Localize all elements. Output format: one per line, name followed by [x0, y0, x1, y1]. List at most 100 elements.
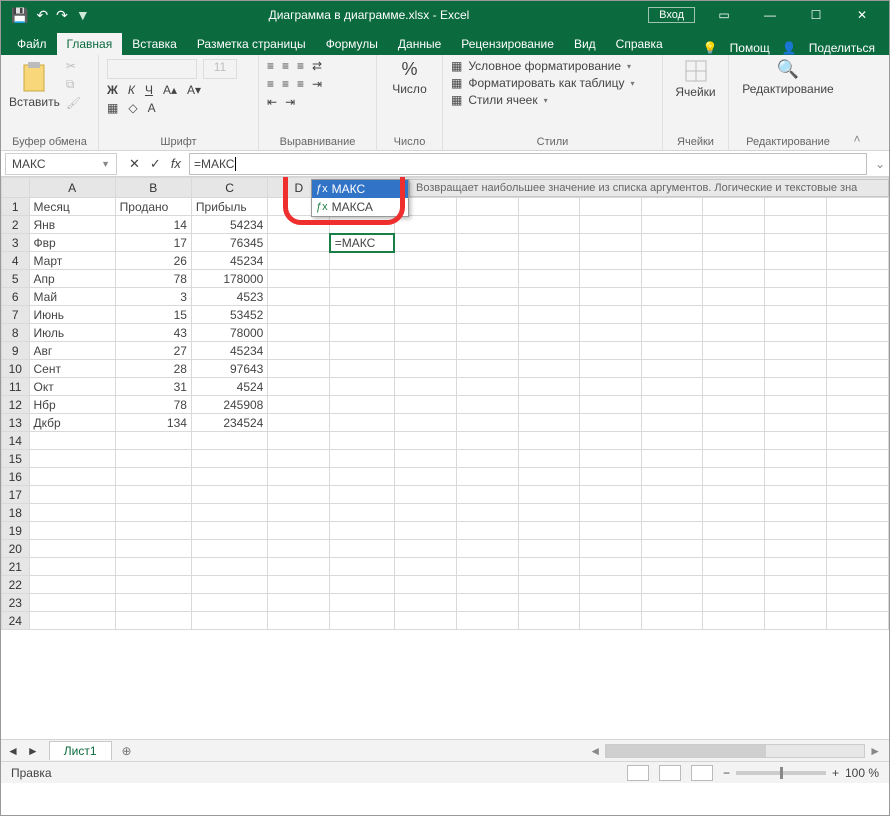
cell[interactable]	[765, 234, 827, 252]
bold-icon[interactable]: Ж	[107, 83, 118, 97]
cell[interactable]	[765, 450, 827, 468]
cell[interactable]	[826, 360, 888, 378]
view-page-break-icon[interactable]	[691, 765, 713, 781]
table-row[interactable]: 1МесяцПроданоПрибыль	[2, 198, 889, 216]
cell[interactable]	[191, 540, 267, 558]
cell[interactable]	[765, 540, 827, 558]
cell[interactable]	[191, 558, 267, 576]
cell[interactable]	[826, 540, 888, 558]
cell[interactable]	[703, 342, 765, 360]
cell[interactable]	[268, 270, 330, 288]
cell[interactable]	[641, 396, 703, 414]
cell[interactable]	[268, 252, 330, 270]
cell[interactable]	[641, 216, 703, 234]
cell[interactable]	[29, 594, 115, 612]
cell[interactable]: Янв	[29, 216, 115, 234]
cell[interactable]	[456, 360, 518, 378]
cell[interactable]	[703, 288, 765, 306]
cut-icon[interactable]: ✂	[66, 59, 81, 73]
cell[interactable]	[518, 486, 580, 504]
cell[interactable]	[580, 288, 641, 306]
cell[interactable]	[268, 522, 330, 540]
formula-input[interactable]: =МАКС	[189, 153, 867, 175]
cell[interactable]	[826, 504, 888, 522]
cell[interactable]	[518, 396, 580, 414]
cell[interactable]	[394, 576, 456, 594]
cell[interactable]	[330, 432, 395, 450]
row-header[interactable]: 16	[2, 468, 30, 486]
cell[interactable]	[456, 216, 518, 234]
cell[interactable]	[641, 504, 703, 522]
cell[interactable]	[703, 504, 765, 522]
cell[interactable]: 45234	[191, 252, 267, 270]
cell[interactable]	[330, 306, 395, 324]
row-header[interactable]: 7	[2, 306, 30, 324]
tab-view[interactable]: Вид	[564, 33, 606, 55]
cell[interactable]	[826, 342, 888, 360]
cell[interactable]: =МАКС	[330, 234, 395, 252]
cell[interactable]	[580, 576, 641, 594]
borders-icon[interactable]: ▦	[107, 101, 118, 115]
table-row[interactable]: 2Янв1454234	[2, 216, 889, 234]
cell[interactable]	[115, 522, 191, 540]
ribbon-collapse-icon[interactable]: ˄	[847, 55, 867, 150]
cell[interactable]	[641, 522, 703, 540]
cell[interactable]: Апр	[29, 270, 115, 288]
cell[interactable]	[29, 486, 115, 504]
cell[interactable]	[826, 288, 888, 306]
cell[interactable]	[518, 558, 580, 576]
cell[interactable]	[826, 486, 888, 504]
minimize-icon[interactable]: —	[747, 1, 793, 29]
cell[interactable]	[826, 594, 888, 612]
cell[interactable]	[703, 540, 765, 558]
cell[interactable]	[330, 522, 395, 540]
cell[interactable]	[703, 198, 765, 216]
cells-button[interactable]: Ячейки	[671, 59, 720, 99]
row-header[interactable]: 15	[2, 450, 30, 468]
cell[interactable]	[765, 288, 827, 306]
zoom-value[interactable]: 100 %	[845, 766, 879, 780]
cell[interactable]: Сент	[29, 360, 115, 378]
tab-file[interactable]: Файл	[7, 33, 57, 55]
cell[interactable]: Продано	[115, 198, 191, 216]
cell[interactable]	[765, 198, 827, 216]
table-row[interactable]: 15	[2, 450, 889, 468]
cell[interactable]: Месяц	[29, 198, 115, 216]
cell[interactable]	[394, 342, 456, 360]
cell[interactable]	[456, 234, 518, 252]
cell[interactable]	[580, 504, 641, 522]
cell[interactable]	[641, 252, 703, 270]
cell[interactable]	[580, 558, 641, 576]
row-header[interactable]: 2	[2, 216, 30, 234]
cell[interactable]	[765, 576, 827, 594]
row-header[interactable]: 8	[2, 324, 30, 342]
cell[interactable]	[115, 594, 191, 612]
cell[interactable]	[580, 540, 641, 558]
cell[interactable]	[29, 522, 115, 540]
name-box-dropdown-icon[interactable]: ▼	[101, 159, 110, 169]
cell[interactable]	[394, 288, 456, 306]
cell[interactable]: Фвр	[29, 234, 115, 252]
cell[interactable]	[703, 216, 765, 234]
cell[interactable]: 17	[115, 234, 191, 252]
cell[interactable]	[394, 324, 456, 342]
cell[interactable]: 78	[115, 396, 191, 414]
cell[interactable]	[456, 558, 518, 576]
cell[interactable]	[330, 414, 395, 432]
cell[interactable]	[330, 450, 395, 468]
cell[interactable]	[641, 558, 703, 576]
format-table-label[interactable]: Форматировать как таблицу	[468, 76, 624, 90]
cell[interactable]	[765, 432, 827, 450]
cell[interactable]	[518, 378, 580, 396]
cell[interactable]	[826, 378, 888, 396]
undo-icon[interactable]: ↶	[36, 7, 48, 24]
cell[interactable]	[765, 612, 827, 630]
enter-formula-icon[interactable]: ✓	[150, 156, 161, 172]
cell[interactable]	[456, 486, 518, 504]
copy-icon[interactable]: ⧉	[66, 77, 81, 92]
cell[interactable]	[580, 450, 641, 468]
cell[interactable]	[703, 468, 765, 486]
cell[interactable]: 27	[115, 342, 191, 360]
view-page-layout-icon[interactable]	[659, 765, 681, 781]
cell[interactable]	[456, 522, 518, 540]
